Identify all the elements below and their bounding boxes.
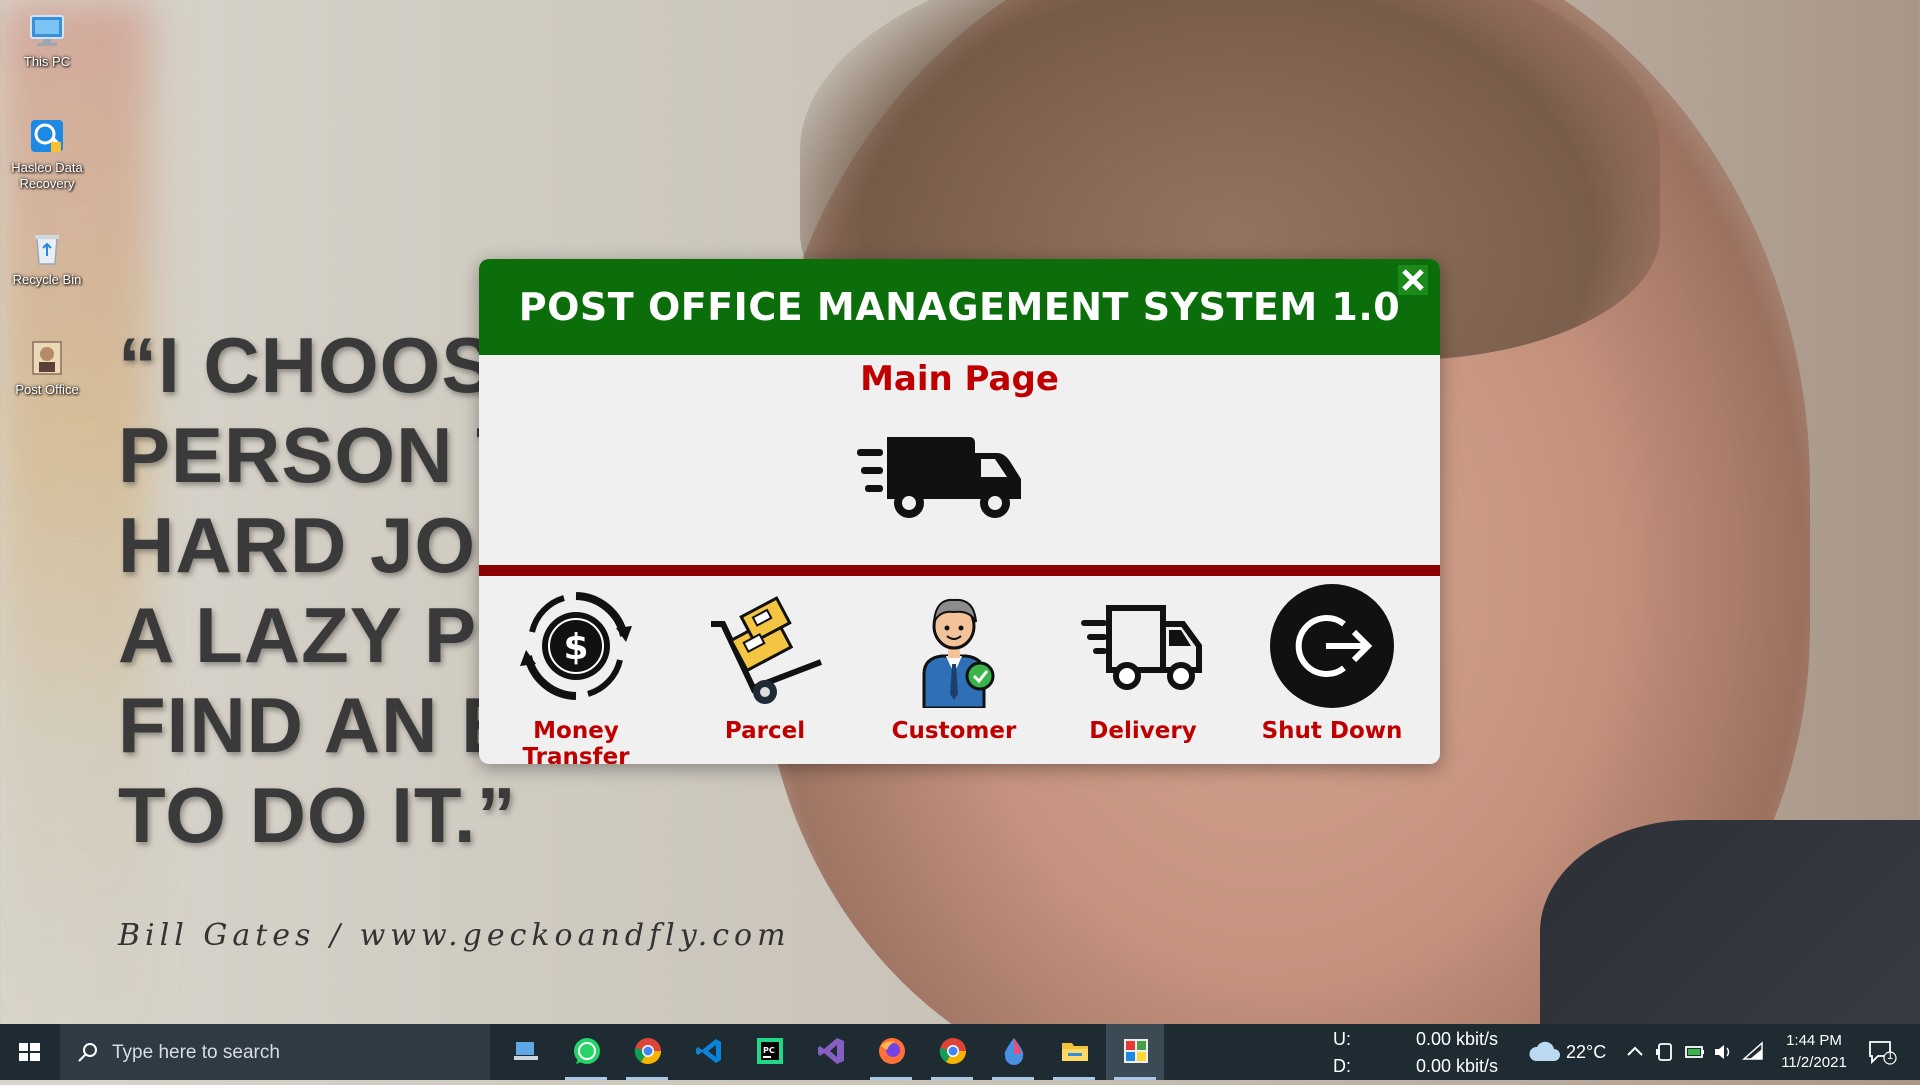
- recycle-bin-icon: [35, 235, 59, 265]
- volume-icon[interactable]: [1712, 1041, 1734, 1063]
- visual-studio-icon: [818, 1038, 844, 1064]
- taskbar-app-firefox[interactable]: [862, 1024, 920, 1080]
- firefox-icon: [879, 1038, 905, 1064]
- search-box[interactable]: Type here to search: [60, 1024, 490, 1080]
- menu-label: Shut Down: [1261, 718, 1403, 744]
- search-placeholder: Type here to search: [112, 1042, 280, 1063]
- wallpaper-quote-author: Bill Gates / www.geckoandfly.com: [118, 918, 791, 953]
- taskbar-app-vscode[interactable]: [679, 1024, 737, 1080]
- taskbar-app-pycharm[interactable]: PC: [740, 1024, 798, 1080]
- post-office-taskbar-icon: [1124, 1039, 1148, 1063]
- desktop-icon-label: This PC: [23, 54, 71, 69]
- chevron-up-icon[interactable]: [1624, 1041, 1646, 1063]
- page-title: Main Page: [860, 359, 1059, 399]
- menu-label: Customer: [891, 718, 1017, 744]
- shutdown-icon: [1270, 584, 1394, 708]
- device-icon[interactable]: [1654, 1041, 1676, 1063]
- clock-date: 11/2/2021: [1781, 1054, 1847, 1071]
- menu-label: Money Transfer: [522, 718, 630, 764]
- taskbar-app-whatsapp[interactable]: [557, 1024, 615, 1080]
- post-office-app-icon: [32, 341, 62, 375]
- main-menu: $ Money Transfer Parcel Customer Deliver…: [479, 584, 1440, 764]
- window-title: POST OFFICE MANAGEMENT SYSTEM 1.0: [479, 259, 1440, 355]
- close-button[interactable]: [1396, 263, 1430, 297]
- taskbar-app-file-explorer[interactable]: [1045, 1024, 1103, 1080]
- taskbar-app-chrome-2[interactable]: [923, 1024, 981, 1080]
- desktop-icon-hasleo[interactable]: Hasleo Data Recovery: [6, 116, 88, 192]
- desktop-icon-label: Recycle Bin: [12, 272, 82, 287]
- section-divider: [479, 565, 1440, 576]
- svg-text:$: $: [563, 627, 588, 668]
- customer-icon: [922, 598, 995, 708]
- net-download-value: 0.00 kbit/s: [1415, 1056, 1498, 1076]
- taskbar-app-task-view[interactable]: [496, 1024, 554, 1080]
- computer-icon: [30, 15, 64, 46]
- delivery-truck-icon: [857, 437, 1021, 518]
- desktop-icon-this-pc[interactable]: This PC: [6, 10, 88, 70]
- net-upload-label: U:: [1333, 1029, 1351, 1049]
- taskbar-app-post-office[interactable]: [1106, 1024, 1164, 1080]
- clock-time: 1:44 PM: [1786, 1032, 1842, 1049]
- delivery-truck-icon: [1081, 605, 1202, 690]
- money-transfer-button[interactable]: $ Money Transfer: [481, 584, 671, 764]
- data-recovery-icon: [31, 120, 63, 152]
- taskbar-app-color-picker[interactable]: [984, 1024, 1042, 1080]
- net-upload-value: 0.00 kbit/s: [1415, 1029, 1498, 1049]
- task-view-icon: [514, 1042, 538, 1060]
- parcel-trolley-icon: [711, 596, 823, 704]
- desktop-icon-label: Post Office: [15, 382, 79, 397]
- whatsapp-icon: [574, 1038, 600, 1064]
- svg-text:PC: PC: [763, 1046, 775, 1055]
- search-icon: [78, 1043, 97, 1062]
- delivery-button[interactable]: Delivery: [1048, 584, 1238, 759]
- system-clock[interactable]: 1:44 PM 11/2/2021: [1766, 1030, 1862, 1074]
- taskbar-app-visual-studio[interactable]: [801, 1024, 859, 1080]
- chrome-icon: [939, 1038, 967, 1065]
- quote-line: TO DO IT.”: [118, 771, 517, 859]
- notification-icon: [1869, 1041, 1897, 1065]
- notification-count: 1: [1887, 1050, 1894, 1062]
- desktop-icon-post-office[interactable]: Post Office: [6, 338, 88, 398]
- notification-center-button[interactable]: 1: [1866, 1038, 1898, 1066]
- parcel-button[interactable]: Parcel: [670, 584, 860, 759]
- post-office-window: POST OFFICE MANAGEMENT SYSTEM 1.0 Main P…: [479, 259, 1440, 764]
- shut-down-button[interactable]: Shut Down: [1237, 584, 1427, 759]
- menu-label: Delivery: [1089, 718, 1197, 744]
- battery-icon[interactable]: [1684, 1041, 1706, 1063]
- taskbar-app-chrome[interactable]: [618, 1024, 676, 1080]
- vscode-icon: [696, 1039, 721, 1063]
- net-download-label: D:: [1333, 1056, 1351, 1076]
- weather-cloud-icon[interactable]: [1528, 1039, 1560, 1065]
- desktop-icon-label: Hasleo Data Recovery: [11, 160, 83, 191]
- wifi-icon[interactable]: [1742, 1041, 1764, 1063]
- windows-logo-icon: [19, 1043, 40, 1061]
- start-button[interactable]: [0, 1024, 58, 1080]
- taskbar: Type here to search PC U: D: 0.00 kbit/s…: [0, 1024, 1920, 1080]
- close-icon: [1398, 265, 1428, 295]
- customer-button[interactable]: Customer: [859, 584, 1049, 759]
- desktop-icon-recycle-bin[interactable]: Recycle Bin: [6, 228, 88, 288]
- pycharm-icon: PC: [757, 1038, 783, 1064]
- money-transfer-icon: $: [520, 592, 632, 700]
- weather-temp[interactable]: 22°C: [1566, 1042, 1606, 1063]
- color-picker-icon: [1004, 1038, 1024, 1065]
- file-explorer-icon: [1062, 1043, 1088, 1061]
- chrome-icon: [634, 1038, 662, 1065]
- menu-label: Parcel: [724, 718, 806, 744]
